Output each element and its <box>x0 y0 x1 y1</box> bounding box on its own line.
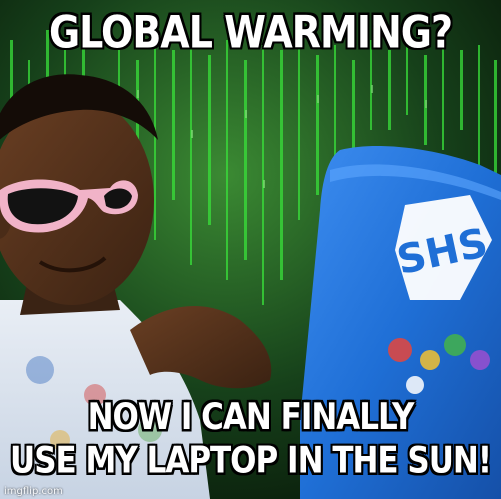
bottom-caption: NOW I CAN FINALLY USE MY LAPTOP IN THE S… <box>0 396 501 483</box>
meme-image: SHS GLOBAL WARMING? NOW I CAN FINALLY US… <box>0 0 501 499</box>
bottom-caption-line-2: USE MY LAPTOP IN THE SUN! <box>10 439 492 483</box>
bottom-caption-line-1: NOW I CAN FINALLY <box>87 396 415 439</box>
top-caption: GLOBAL WARMING? <box>48 6 453 58</box>
watermark: imgflip.com <box>4 486 63 497</box>
